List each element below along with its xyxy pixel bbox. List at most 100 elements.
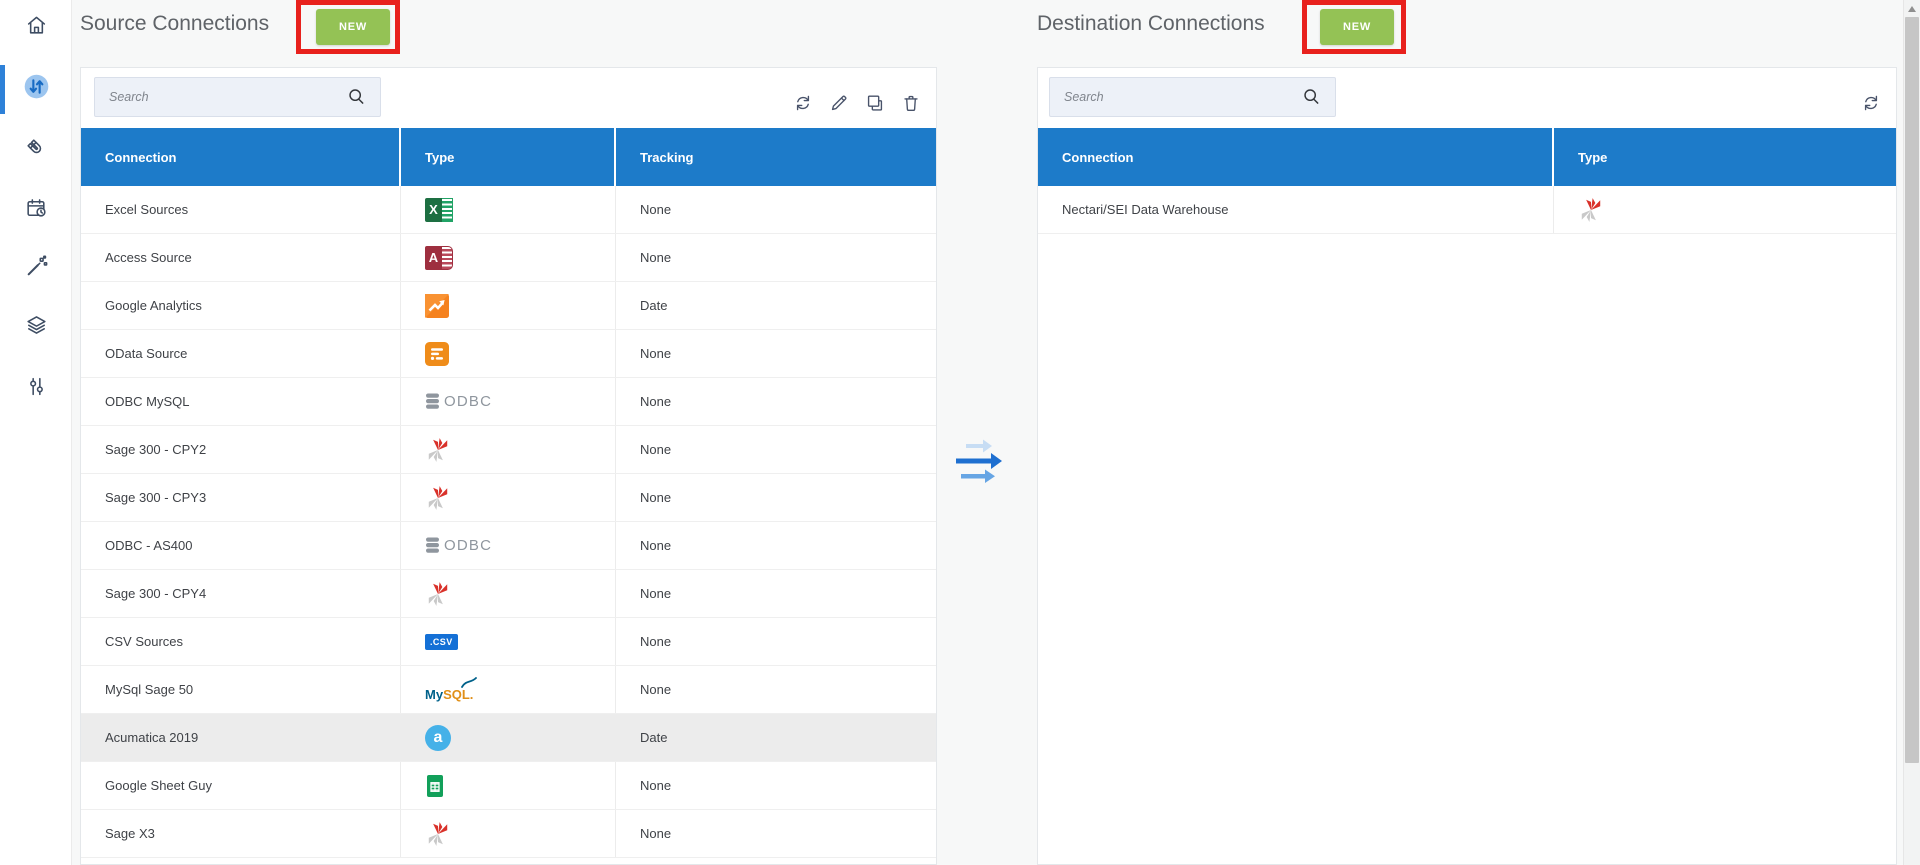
table-row[interactable]: Sage 300 - CPY2 None (81, 426, 936, 474)
type-cell: ODBC (401, 522, 616, 569)
connection-name: Sage X3 (81, 810, 401, 857)
connection-name: OData Source (81, 330, 401, 377)
tracking-value: None (616, 234, 936, 281)
destination-connections-table: ConnectionTypeNectari/SEI Data Warehouse (1038, 128, 1896, 234)
search-icon[interactable] (346, 86, 368, 108)
active-item-indicator (0, 65, 5, 114)
type-cell: ODBC (401, 378, 616, 425)
destination-search-input[interactable] (1050, 90, 1301, 104)
table-row[interactable]: ODBC - AS400ODBCNone (81, 522, 936, 570)
delete-icon[interactable] (900, 92, 922, 114)
sidebar-item-home[interactable] (16, 8, 56, 48)
connection-name: Google Analytics (81, 282, 401, 329)
table-row[interactable]: Nectari/SEI Data Warehouse (1038, 186, 1896, 234)
odata-icon (425, 342, 449, 366)
edit-icon[interactable] (828, 92, 850, 114)
sidebar-item-magic-wand[interactable] (16, 249, 56, 289)
destination-panel-title: Destination Connections (1037, 12, 1265, 36)
source-search-box (94, 77, 381, 117)
connection-name: Acumatica 2019 (81, 714, 401, 761)
column-header-type: Type (401, 128, 616, 186)
type-cell (401, 426, 616, 473)
table-row[interactable]: Excel SourcesXNone (81, 186, 936, 234)
sqlserver-icon (425, 581, 451, 607)
copy-icon[interactable] (864, 92, 886, 114)
search-icon[interactable] (1301, 86, 1323, 108)
connections-page: Source Connections NEW Destination Conne… (0, 0, 1920, 865)
connection-name: Excel Sources (81, 186, 401, 233)
table-row[interactable]: Acumatica 2019 a Date (81, 714, 936, 762)
destination-connections-panel: ConnectionTypeNectari/SEI Data Warehouse (1037, 67, 1897, 865)
table-row[interactable]: CSV Sources.CSVNone (81, 618, 936, 666)
table-row[interactable]: Google AnalyticsDate (81, 282, 936, 330)
connection-name: Nectari/SEI Data Warehouse (1038, 186, 1554, 233)
table-row[interactable]: Sage 300 - CPY3 None (81, 474, 936, 522)
type-cell (401, 474, 616, 521)
table-row[interactable]: Sage X3 None (81, 810, 936, 858)
table-row[interactable]: OData Source None (81, 330, 936, 378)
column-header-tracking: Tracking (616, 128, 936, 186)
tracking-value: None (616, 474, 936, 521)
connection-name: MySql Sage 50 (81, 666, 401, 713)
connection-name: ODBC MySQL (81, 378, 401, 425)
column-header-type: Type (1554, 128, 1896, 186)
type-cell: a (401, 714, 616, 761)
table-row[interactable]: ODBC MySQLODBCNone (81, 378, 936, 426)
type-cell: .CSV (401, 618, 616, 665)
tracking-value: Date (616, 714, 936, 761)
sidebar-item-data-transfer[interactable] (16, 69, 56, 109)
type-cell (401, 330, 616, 377)
sqlserver-icon (425, 485, 451, 511)
tracking-value: None (616, 426, 936, 473)
sidebar-item-settings-sliders[interactable] (16, 369, 56, 409)
destination-new-button[interactable]: NEW (1320, 9, 1394, 45)
sidebar-item-magnet[interactable] (16, 131, 56, 171)
vertical-scrollbar[interactable] (1903, 0, 1920, 865)
source-search-input[interactable] (95, 90, 346, 104)
table-row[interactable]: Access SourceANone (81, 234, 936, 282)
tracking-value: None (616, 810, 936, 857)
column-header-connection: Connection (1038, 128, 1554, 186)
type-cell: MySQL. (401, 666, 616, 713)
connection-name: Google Sheet Guy (81, 762, 401, 809)
tracking-value: None (616, 666, 936, 713)
magnet-icon (24, 136, 49, 166)
sidebar-item-layers[interactable] (16, 308, 56, 348)
scrollbar-thumb[interactable] (1905, 17, 1919, 763)
type-cell (401, 570, 616, 617)
tracking-value: None (616, 330, 936, 377)
tracking-value: None (616, 570, 936, 617)
scrollbar-up-arrow-icon[interactable] (1908, 6, 1916, 12)
table-row[interactable]: MySql Sage 50 MySQL. None (81, 666, 936, 714)
source-new-button[interactable]: NEW (316, 9, 390, 45)
connection-name: Sage 300 - CPY3 (81, 474, 401, 521)
type-cell (401, 762, 616, 809)
connection-name: Sage 300 - CPY4 (81, 570, 401, 617)
refresh-icon[interactable] (792, 92, 814, 114)
magic-wand-icon (24, 254, 49, 284)
source-to-destination-arrows-icon (952, 436, 1010, 493)
tracking-value: None (616, 186, 936, 233)
source-connections-table: ConnectionTypeTrackingExcel SourcesXNone… (81, 128, 936, 858)
type-cell: A (401, 234, 616, 281)
table-row[interactable]: Sage 300 - CPY4 None (81, 570, 936, 618)
table-header: ConnectionType (1038, 128, 1896, 186)
tracking-value: None (616, 762, 936, 809)
odbc-icon: ODBC (425, 393, 492, 410)
destination-search-box (1049, 77, 1336, 117)
table-row[interactable]: Google Sheet Guy None (81, 762, 936, 810)
tracking-value: None (616, 618, 936, 665)
refresh-icon[interactable] (1860, 92, 1882, 114)
tracking-value: None (616, 522, 936, 569)
mysql-icon: MySQL. (425, 677, 473, 702)
odbc-icon: ODBC (425, 537, 492, 554)
source-toolbar (792, 92, 922, 114)
acumatica-icon: a (425, 725, 451, 751)
connection-name: Sage 300 - CPY2 (81, 426, 401, 473)
type-cell (401, 810, 616, 857)
sidebar (0, 0, 72, 865)
home-icon (24, 13, 49, 43)
type-cell (1554, 186, 1896, 233)
column-header-connection: Connection (81, 128, 401, 186)
sidebar-item-schedule[interactable] (16, 191, 56, 231)
